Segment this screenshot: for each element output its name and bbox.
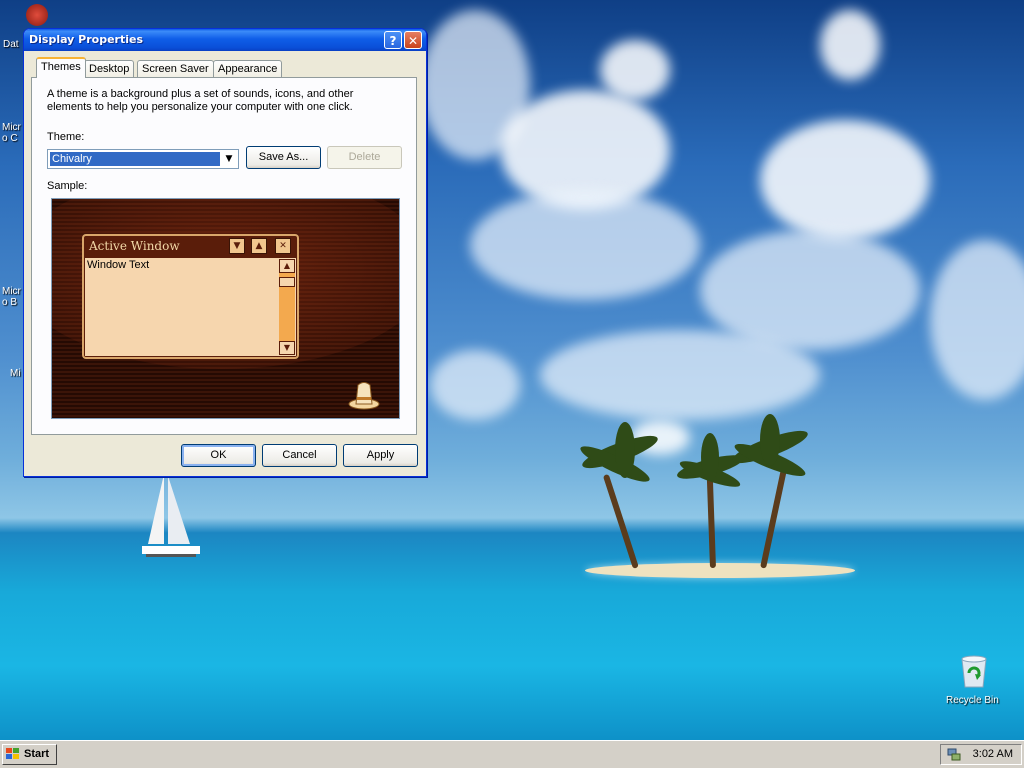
- cancel-button[interactable]: Cancel: [262, 444, 337, 467]
- dialog-title: Display Properties: [29, 33, 144, 46]
- sample-active-window: Active Window ▼ ▲ ✕ Window Text ▲ ▼: [82, 234, 299, 359]
- tab-themes[interactable]: Themes: [36, 57, 86, 78]
- help-icon: ?: [389, 34, 397, 48]
- network-icon[interactable]: [946, 747, 962, 762]
- palm-fronds: [580, 414, 808, 487]
- sample-label: Sample:: [47, 180, 88, 192]
- system-tray: 3:02 AM: [940, 744, 1022, 765]
- sample-window-title: Active Window: [89, 239, 180, 253]
- cloud: [700, 230, 920, 350]
- tab-screen-saver[interactable]: Screen Saver: [137, 60, 214, 77]
- recycle-bin-icon[interactable]: [958, 655, 990, 689]
- cloud: [600, 40, 670, 100]
- theme-dropdown-value: Chivalry: [50, 152, 220, 166]
- sample-scrollbar: ▲ ▼: [279, 259, 295, 355]
- help-button[interactable]: ?: [384, 31, 402, 49]
- sample-window-client: Window Text ▲ ▼: [85, 258, 296, 356]
- desktop-icon-label[interactable]: Dat: [3, 39, 19, 50]
- tab-desktop[interactable]: Desktop: [84, 60, 135, 77]
- windows-logo-icon: [6, 748, 19, 759]
- close-button[interactable]: ✕: [404, 31, 422, 49]
- apply-button[interactable]: Apply: [343, 444, 418, 467]
- start-label: Start: [24, 748, 50, 760]
- close-icon: ✕: [275, 238, 291, 254]
- cloud: [930, 240, 1024, 400]
- save-as-button[interactable]: Save As...: [246, 146, 321, 169]
- maximize-icon: ▲: [251, 238, 267, 254]
- scroll-down-icon: ▼: [279, 341, 295, 355]
- recycle-bin-label[interactable]: Recycle Bin: [946, 695, 999, 706]
- tab-appearance[interactable]: Appearance: [213, 60, 283, 77]
- scroll-thumb: [279, 277, 295, 287]
- display-properties-dialog: Display Properties ? ✕ Themes Desktop Sc…: [23, 28, 427, 477]
- theme-label: Theme:: [47, 131, 85, 143]
- chevron-down-icon[interactable]: ▼: [221, 151, 237, 167]
- sailboat: [142, 474, 200, 557]
- cloud: [820, 10, 880, 80]
- desktop-icon-label[interactable]: Micro C: [2, 122, 24, 144]
- start-button[interactable]: Start: [2, 744, 57, 765]
- minimize-icon: ▼: [229, 238, 245, 254]
- theme-description: A theme is a background plus a set of so…: [47, 88, 354, 113]
- cloud: [540, 330, 820, 420]
- taskbar: Start 3:02 AM: [0, 740, 1024, 768]
- desktop-icon-label[interactable]: Micro B: [2, 286, 24, 308]
- sample-window-text: Window Text: [87, 259, 150, 271]
- theme-sample-preview: Active Window ▼ ▲ ✕ Window Text ▲ ▼: [51, 198, 400, 419]
- theme-dropdown[interactable]: Chivalry ▼: [47, 149, 239, 169]
- cloud: [760, 120, 930, 240]
- theme-hat-icon: [348, 382, 380, 410]
- scroll-up-icon: ▲: [279, 259, 295, 273]
- close-icon: ✕: [407, 34, 419, 48]
- delete-button[interactable]: Delete: [327, 146, 402, 169]
- ok-button[interactable]: OK: [181, 444, 256, 467]
- title-bar[interactable]: Display Properties ? ✕: [24, 29, 426, 51]
- cloud: [430, 350, 520, 420]
- cloud: [470, 190, 700, 300]
- desktop-icon-label[interactable]: Mi: [10, 368, 21, 379]
- data-icon[interactable]: [26, 4, 48, 26]
- island: [585, 563, 855, 578]
- clock[interactable]: 3:02 AM: [973, 748, 1013, 760]
- themes-panel: A theme is a background plus a set of so…: [31, 77, 417, 435]
